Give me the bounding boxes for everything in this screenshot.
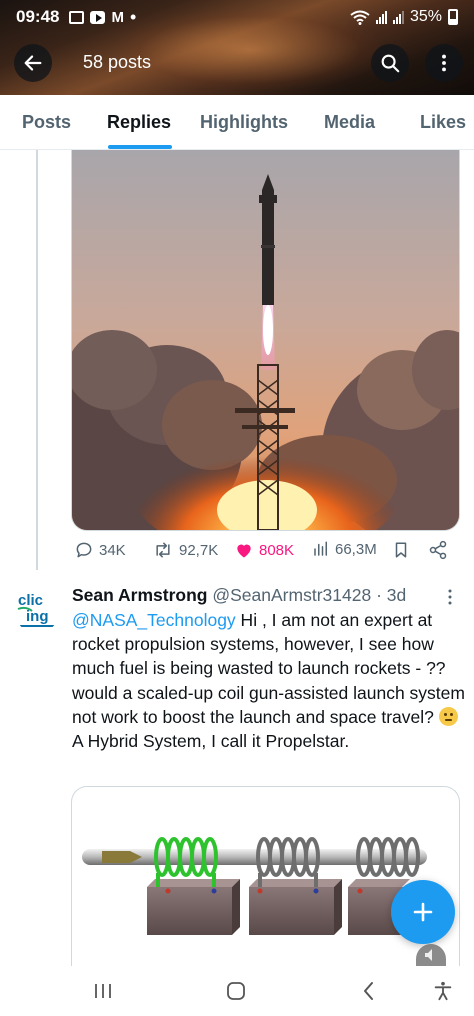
coil-gun-illustration	[82, 837, 427, 935]
reply-action[interactable]: 34K	[74, 540, 126, 560]
accessibility-button[interactable]	[430, 978, 456, 1004]
avatar-logo-text-2: ing	[26, 608, 49, 625]
status-bar: 09:48 M • 35%	[0, 0, 474, 34]
compose-post-button[interactable]	[391, 880, 455, 944]
battery-icon	[448, 9, 458, 25]
recent-apps-icon	[95, 984, 111, 998]
system-navigation-bar	[0, 966, 474, 1016]
youtube-notification-icon	[90, 10, 106, 24]
profile-header-banner: 09:48 M • 35% 58 posts	[0, 0, 474, 95]
back-arrow-icon	[24, 55, 42, 71]
reply-count: 34K	[99, 541, 126, 559]
profile-tabs: Posts Replies Highlights Media Likes	[0, 95, 474, 150]
more-notifications-dot: •	[129, 7, 137, 27]
clicking-logo-icon: clic ing	[17, 592, 56, 627]
tab-highlights[interactable]: Highlights	[200, 95, 288, 150]
rocket-launch-illustration	[72, 150, 459, 530]
search-button[interactable]	[371, 44, 409, 82]
bookmark-icon	[395, 542, 407, 558]
reply-timestamp[interactable]: 3d	[387, 585, 406, 605]
repost-action[interactable]: 92,7K	[152, 540, 218, 560]
reply-text: @NASA_Technology Hi , I am not an expert…	[72, 608, 467, 753]
plus-icon	[413, 902, 433, 922]
reply-author-name[interactable]: Sean Armstrong	[72, 585, 208, 605]
avatar-logo-text-1: clic	[18, 592, 43, 609]
thinking-emoji-icon	[438, 706, 458, 726]
mention-link[interactable]: @NASA_Technology	[72, 610, 236, 630]
more-vertical-icon	[442, 54, 446, 72]
more-vertical-icon	[448, 589, 452, 605]
speaker-muted-icon	[425, 949, 432, 961]
repost-icon	[156, 542, 170, 558]
back-nav-button[interactable]	[356, 978, 382, 1004]
reply-separator: ·	[376, 585, 382, 605]
tab-posts[interactable]: Posts	[22, 95, 71, 150]
reply-text-end: A Hybrid System, I call it Propelstar.	[72, 731, 350, 752]
home-button[interactable]	[223, 978, 249, 1004]
share-icon	[429, 540, 447, 560]
gmail-notification-icon: M	[111, 8, 124, 26]
status-right: 35%	[350, 8, 458, 26]
rocket-launch-image[interactable]	[71, 150, 460, 531]
wifi-icon	[350, 10, 370, 25]
views-chart-icon	[314, 541, 327, 556]
more-options-button[interactable]	[425, 44, 463, 82]
chevron-left-icon	[364, 982, 373, 1000]
tweet-action-bar: 34K 92,7K 808K 66,3M	[72, 540, 452, 568]
back-button[interactable]	[14, 44, 52, 82]
like-count: 808K	[259, 541, 295, 559]
accessibility-icon	[434, 981, 452, 1001]
like-action[interactable]: 808K	[234, 540, 294, 560]
battery-percent: 35%	[409, 8, 442, 25]
search-icon	[381, 54, 400, 73]
reply-header: Sean Armstrong @SeanArmstr31428 · 3d	[72, 585, 406, 606]
gallery-notification-icon	[69, 10, 85, 24]
reply-author-handle[interactable]: @SeanArmstr31428	[212, 585, 371, 605]
active-tab-indicator	[108, 145, 172, 149]
signal-strength-icon	[375, 10, 387, 24]
share-action[interactable]	[428, 540, 448, 560]
notification-icons: M •	[69, 8, 136, 26]
home-icon	[227, 982, 245, 1000]
status-time: 09:48	[16, 7, 60, 26]
tab-media[interactable]: Media	[324, 95, 375, 150]
coil-gun-image[interactable]	[71, 786, 460, 966]
bookmark-action[interactable]	[392, 540, 410, 560]
repost-count: 92,7K	[179, 541, 219, 559]
thread-line	[36, 150, 38, 570]
views-count: 66,3M	[335, 540, 377, 558]
tab-likes[interactable]: Likes	[420, 95, 466, 150]
signal-strength-2-icon	[392, 10, 404, 24]
avatar[interactable]: clic ing	[14, 587, 60, 633]
recent-apps-button[interactable]	[90, 978, 116, 1004]
header-post-count: 58 posts	[83, 52, 152, 72]
tab-replies[interactable]: Replies	[107, 95, 171, 150]
views-action[interactable]: 66,3M	[312, 540, 377, 558]
reply-icon	[76, 542, 92, 558]
heart-filled-icon	[237, 544, 251, 558]
video-mute-button[interactable]	[416, 944, 446, 966]
